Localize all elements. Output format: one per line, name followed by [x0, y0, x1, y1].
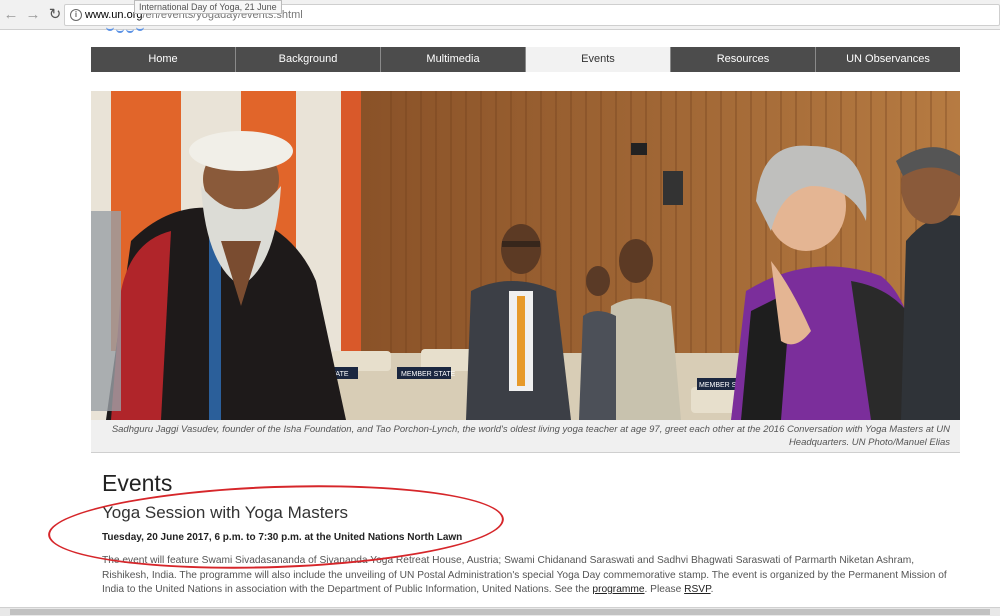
- browser-toolbar: ← → ↻ i www.un.org/en/events/yogaday/eve…: [0, 0, 1000, 30]
- scrollbar-thumb[interactable]: [10, 609, 990, 615]
- horizontal-scrollbar[interactable]: [0, 607, 1000, 616]
- placard-2: MEMBER STATE: [401, 371, 456, 378]
- tab-resources[interactable]: Resources: [671, 47, 816, 72]
- tab-home[interactable]: Home: [91, 47, 236, 72]
- event-title: Yoga Session with Yoga Masters: [102, 503, 349, 522]
- tab-events[interactable]: Events: [526, 47, 671, 72]
- hero-illustration: STATE MEMBER STATE MEMBER ST: [91, 91, 960, 420]
- hero-caption: Sadhguru Jaggi Vasudev, founder of the I…: [91, 420, 960, 453]
- tab-background[interactable]: Background: [236, 47, 381, 72]
- event-description-text: The event will feature Swami Sivadasanan…: [102, 555, 947, 595]
- programme-link[interactable]: programme: [592, 584, 644, 595]
- page-tooltip: International Day of Yoga, 21 June: [134, 0, 282, 14]
- info-icon[interactable]: i: [70, 9, 82, 21]
- event-date: Tuesday, 20 June 2017, 6 p.m. to 7:30 p.…: [102, 532, 463, 543]
- main-navigation: Home Background Multimedia Events Resour…: [91, 47, 960, 72]
- back-arrow-icon[interactable]: ←: [2, 6, 20, 24]
- tab-multimedia[interactable]: Multimedia: [381, 47, 526, 72]
- page-title: Events: [102, 470, 173, 496]
- tab-un-observances[interactable]: UN Observances: [816, 47, 960, 72]
- event-description: The event will feature Swami Sivadasanan…: [102, 554, 962, 598]
- event-description-text-3: .: [710, 584, 714, 595]
- un-logo[interactable]: [104, 27, 150, 35]
- hero-photo: STATE MEMBER STATE MEMBER ST: [91, 91, 960, 420]
- rsvp-link[interactable]: RSVP: [684, 584, 710, 595]
- forward-arrow-icon[interactable]: →: [24, 6, 42, 24]
- event-description-text-2: . Please: [644, 584, 685, 595]
- reload-icon[interactable]: ↻: [46, 6, 64, 24]
